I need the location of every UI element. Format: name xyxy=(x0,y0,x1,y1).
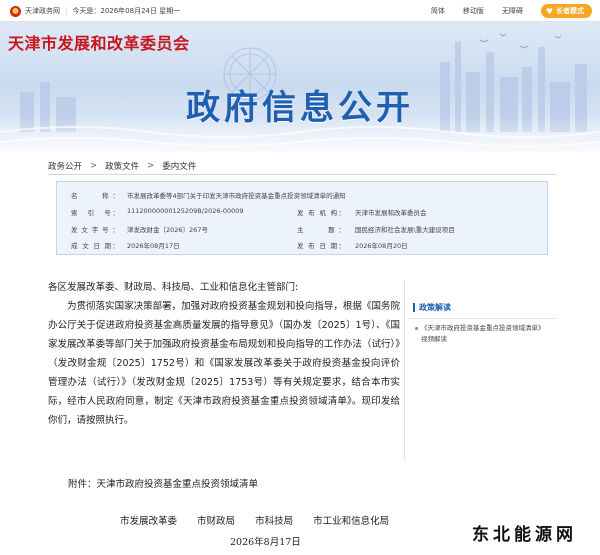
meta-docno-value: 津发改财金〔2026〕267号 xyxy=(127,226,208,234)
accessibility-link[interactable]: 无障碍 xyxy=(502,6,523,16)
meta-pub-value: 2026年08月20日 xyxy=(355,242,408,250)
mobile-link[interactable]: 移动版 xyxy=(463,6,484,16)
elder-mode-button[interactable]: ♥ 长者模式 xyxy=(540,4,592,18)
meta-topic-value: 国民经济和社会发展\重大建设项目 xyxy=(355,226,455,234)
simplified-chinese-link[interactable]: 简体 xyxy=(431,6,445,16)
meta-date-label: 成 文 日 期： xyxy=(71,242,119,250)
agency-title: 天津市发展和改革委员会 xyxy=(8,34,190,53)
site-link[interactable]: 天津政务网 xyxy=(25,6,60,16)
breadcrumb-divider xyxy=(48,174,556,175)
interpretation-link[interactable]: 《天津市政府投资基金重点投资领域清单》视频解读 xyxy=(421,323,549,345)
breadcrumb-item-policy-documents[interactable]: 政策文件 xyxy=(105,160,139,172)
meta-topic-label: 主 题： xyxy=(297,226,345,234)
heart-icon: ♥ xyxy=(545,6,553,16)
panel-divider xyxy=(409,318,555,319)
national-emblem-icon xyxy=(10,5,21,17)
document-metadata-box: 名 称： 市发展改革委等4部门关于印发天津市政府投资基金重点投资领域清单的通知 … xyxy=(56,181,548,255)
meta-docno-label: 发文字号： xyxy=(71,226,119,234)
divider: | xyxy=(65,7,68,15)
signers: 市发展改革委 市财政局 市科技局 市工业和信息化局 xyxy=(120,513,389,527)
signer: 市发展改革委 xyxy=(120,516,178,527)
panel-title: 政策解读 xyxy=(413,302,451,313)
breadcrumb-item-government-affairs[interactable]: 政务公开 xyxy=(48,160,82,172)
title-accent-bar xyxy=(413,303,415,312)
signer: 市工业和信息化局 xyxy=(313,516,390,527)
article-body: 为贯彻落实国家决策部署，加强对政府投资基金规划和投向指导，根据《国务院办公厅关于… xyxy=(48,301,400,426)
meta-pub-label: 发 布 日 期： xyxy=(297,242,345,250)
signer: 市科技局 xyxy=(255,516,294,527)
meta-issuer-value: 天津市发展和改革委员会 xyxy=(355,209,427,217)
watermark: 东北能源网 xyxy=(472,525,577,545)
top-bar-right: 简体 移动版 无障碍 ♥ 长者模式 xyxy=(413,0,592,22)
breadcrumb-item-commission-documents[interactable]: 委内文件 xyxy=(162,160,196,172)
signer: 市财政局 xyxy=(197,516,236,527)
bullet-icon xyxy=(415,327,418,330)
breadcrumb-separator: > xyxy=(147,161,155,171)
panel-title-label: 政策解读 xyxy=(419,303,451,312)
header-banner: 天津市发展和改革委员会 政府信息公开 xyxy=(0,22,600,152)
date-text: 今天是：2026年08月24日 星期一 xyxy=(72,7,181,15)
meta-issuer-label: 发 布 机 构： xyxy=(297,209,345,217)
salutation: 各区发展改革委、财政局、科技局、工业和信息化主管部门: xyxy=(48,282,299,293)
section-headline: 政府信息公开 xyxy=(186,88,414,128)
issue-date: 2026年8月17日 xyxy=(230,537,301,548)
top-bar-left: 天津政务网 | 今天是：2026年08月24日 星期一 xyxy=(10,0,180,22)
attachment-link[interactable]: 附件：天津市政府投资基金重点投资领域清单 xyxy=(68,476,258,490)
breadcrumb-separator: > xyxy=(90,161,98,171)
meta-index-label: 索 引 号： xyxy=(71,209,119,217)
meta-name-label: 名 称： xyxy=(71,192,119,200)
breadcrumb: 政务公开 > 政策文件 > 委内文件 xyxy=(48,160,196,172)
meta-name-value: 市发展改革委等4部门关于印发天津市政府投资基金重点投资领域清单的通知 xyxy=(127,192,346,200)
meta-index-value: 11120000000125209B/2026-00009 xyxy=(127,207,244,215)
top-bar: 天津政务网 | 今天是：2026年08月24日 星期一 简体 移动版 无障碍 ♥… xyxy=(0,0,600,22)
meta-date-value: 2026年08月17日 xyxy=(127,242,180,250)
elder-mode-label: 长者模式 xyxy=(556,7,584,15)
policy-interpretation-panel: 政策解读 《天津市政府投资基金重点投资领域清单》视频解读 xyxy=(404,280,556,460)
